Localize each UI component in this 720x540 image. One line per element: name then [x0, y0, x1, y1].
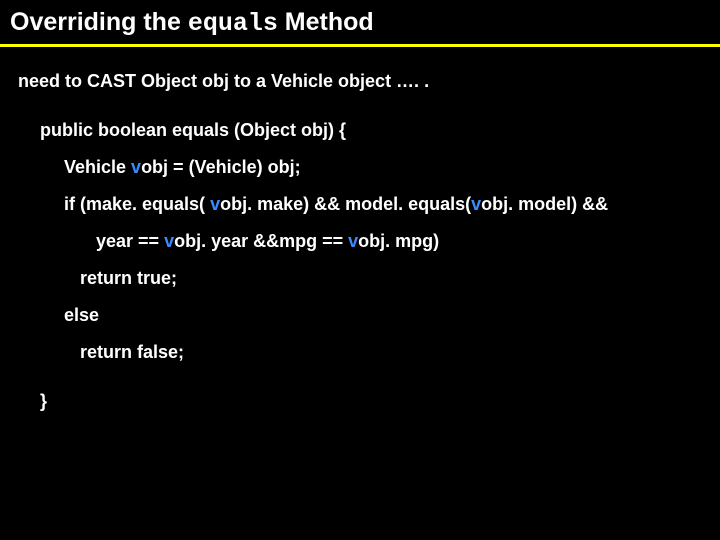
- code-return-false: return false;: [40, 342, 710, 363]
- title-mono: equals: [188, 9, 278, 38]
- code-year: year == vobj. year &&mpg == vobj. mpg): [40, 231, 710, 252]
- content-area: need to CAST Object obj to a Vehicle obj…: [0, 47, 720, 412]
- intro-text: need to CAST Object obj to a Vehicle obj…: [18, 71, 710, 92]
- slide-title: Overriding the equals Method: [10, 8, 710, 38]
- code-block: public boolean equals (Object obj) { Veh…: [18, 120, 710, 412]
- title-part1: Overriding the: [10, 8, 188, 36]
- title-part2: Method: [278, 8, 374, 36]
- title-block: Overriding the equals Method: [0, 0, 720, 44]
- code-signature: public boolean equals (Object obj) {: [40, 120, 710, 141]
- slide: Overriding the equals Method need to CAS…: [0, 0, 720, 540]
- code-else: else: [40, 305, 710, 326]
- code-decl: Vehicle vobj = (Vehicle) obj;: [40, 157, 710, 178]
- code-if: if (make. equals( vobj. make) && model. …: [40, 194, 710, 215]
- code-close-brace: }: [40, 391, 710, 412]
- code-return-true: return true;: [40, 268, 710, 289]
